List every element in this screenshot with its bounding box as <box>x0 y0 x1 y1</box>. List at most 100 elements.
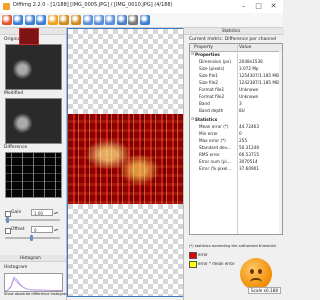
collapse-icon[interactable]: ⊟ <box>191 52 194 56</box>
difference-label: Difference <box>4 145 28 150</box>
close-button[interactable]: ✕ <box>268 1 279 11</box>
grid-cell-value: 3.072 Mp <box>239 66 259 71</box>
grid-row[interactable]: Error (% pixel... 37.60901 <box>190 165 282 172</box>
grid-cell-value: 3 <box>239 101 242 106</box>
result-face-icon <box>240 258 272 290</box>
minimize-button[interactable]: – <box>238 1 249 11</box>
grid-group-label: Properties <box>195 52 220 57</box>
app-icon <box>3 3 10 10</box>
column-value[interactable]: Value <box>239 44 251 51</box>
grid-row[interactable]: RMS error 66.53715 <box>190 151 282 158</box>
grid-cell-value: 44.72463 <box>239 124 259 129</box>
difference-thumbnail[interactable] <box>5 152 62 198</box>
save-icon[interactable] <box>13 15 23 25</box>
open-icon[interactable] <box>2 15 12 25</box>
legend-error-swatch <box>189 252 197 259</box>
grid-cell-property: Size (pixels) <box>199 66 225 71</box>
grid-cell-value: 255 <box>239 138 247 143</box>
window-title: Diffimg 2.2.0 - [1/188] [IMG_0005.JPG] /… <box>13 2 173 8</box>
grid-cell-property: Min error <box>199 131 218 136</box>
zoom-out-icon[interactable] <box>105 15 115 25</box>
offset-input[interactable]: 0 <box>31 226 53 233</box>
grid-cell-value: Unknown <box>239 94 259 99</box>
original-thumbnail[interactable] <box>5 44 62 90</box>
current-metric-label: Current metric: Difference per channel <box>189 37 277 42</box>
grid-row[interactable]: Size (pixels) 3.072 Mp <box>190 65 282 72</box>
grid-row[interactable]: Band depth 8U <box>190 107 282 114</box>
grid-cell-property: Band <box>199 101 210 106</box>
offset-label: Offset <box>11 227 25 232</box>
help-icon[interactable] <box>140 15 150 25</box>
offset-slider-handle[interactable] <box>30 235 33 241</box>
grid-row[interactable]: Size file1 1254307/1.185 MB <box>190 72 282 79</box>
column-property[interactable]: Property <box>194 44 213 51</box>
grid-row[interactable]: Size file2 1242387/1.185 MB <box>190 79 282 86</box>
grid-cell-property: Format file1 <box>199 87 225 92</box>
grid-row[interactable]: Band 3 <box>190 100 282 107</box>
previous-icon[interactable] <box>25 15 35 25</box>
legend-mean-error-swatch <box>189 261 197 268</box>
grid-row[interactable]: Dimension (px) 2048x1536 <box>190 58 282 65</box>
grid-cell-value: 0 <box>239 131 242 136</box>
grid-cell-property: Max error (*) <box>199 138 226 143</box>
difference-image[interactable] <box>68 114 183 204</box>
threshold-note: (*) statistics exceeding the authorized … <box>189 244 276 248</box>
canvas-mini-navigator[interactable] <box>19 28 39 45</box>
gain-slider-handle[interactable] <box>6 217 9 223</box>
flip-icon[interactable] <box>59 15 69 25</box>
grid-group-row[interactable]: ⊟ Statistics <box>190 116 282 123</box>
legend-error-label: error <box>198 252 208 257</box>
modified-label: Modified <box>4 91 24 96</box>
gain-spinner[interactable]: ▴▾ <box>54 209 60 216</box>
grid-cell-value: 1254307/1.185 MB <box>239 73 279 78</box>
histogram-panel: Histogram Histogram Show absolute differ… <box>0 255 69 300</box>
grid-cell-property: Band depth <box>199 108 224 113</box>
toolbar <box>0 13 283 28</box>
grid-cell-property: Mean error (*) <box>199 124 229 129</box>
grid-cell-property: Size file1 <box>199 73 218 78</box>
zoom-in-icon[interactable] <box>94 15 104 25</box>
grid-row[interactable]: Mean error (*) 44.72463 <box>190 123 282 130</box>
histogram-label: Histogram <box>4 265 28 270</box>
zoom-fit-icon[interactable] <box>83 15 93 25</box>
histogram-header: Histogram <box>0 255 66 262</box>
grid-cell-value: 1242387/1.185 MB <box>239 80 279 85</box>
layout-icon[interactable] <box>71 15 81 25</box>
navigator-panel: Navigator Original Modified Difference G… <box>0 28 67 254</box>
grid-group-label: Statistics <box>195 117 218 122</box>
statistics-title: Statistics <box>222 28 241 33</box>
grid-row[interactable]: Max error (*) 255 <box>190 137 282 144</box>
face-left-eye <box>250 269 254 274</box>
modified-thumbnail[interactable] <box>5 98 62 144</box>
grid-row[interactable]: Min error 0 <box>190 130 282 137</box>
grid-group-row[interactable]: ⊟ Properties <box>190 51 282 58</box>
face-right-eye <box>258 269 262 274</box>
grid-row[interactable]: Error num (pi... 3070514 <box>190 158 282 165</box>
legend-mean-error-label: error * mean error <box>198 261 235 266</box>
histogram-title: Histogram <box>20 255 41 260</box>
gain-input[interactable]: 1.00 <box>31 209 53 216</box>
grid-cell-value: 8U <box>239 108 245 113</box>
select-icon[interactable] <box>117 15 127 25</box>
grid-row[interactable]: Standard dev... 50.31248 <box>190 144 282 151</box>
gain-slider[interactable] <box>5 219 60 221</box>
grid-cell-property: Standard dev... <box>199 145 231 150</box>
histogram-curve <box>5 276 62 291</box>
grid-cell-property: Error num (pi... <box>199 159 231 164</box>
grid-cell-value: 37.60901 <box>239 166 259 171</box>
next-icon[interactable] <box>36 15 46 25</box>
refresh-icon[interactable] <box>48 15 58 25</box>
maximize-button[interactable]: □ <box>253 1 264 11</box>
image-canvas[interactable] <box>67 28 184 297</box>
grid-cell-value: Unknown <box>239 87 259 92</box>
scale-indicator: Scale x0.188 <box>247 287 281 294</box>
grid-cell-value: 50.31248 <box>239 145 259 150</box>
offset-spinner[interactable]: ▴▾ <box>54 226 60 233</box>
histogram-chart <box>4 273 63 292</box>
collapse-icon[interactable]: ⊟ <box>191 117 194 121</box>
statistics-grid[interactable]: Property Value ⊟ Properties Dimension (px)… <box>189 43 283 235</box>
grid-row[interactable]: Format file2 Unknown <box>190 93 282 100</box>
grid-row[interactable]: Format file1 Unknown <box>190 86 282 93</box>
settings-icon[interactable] <box>128 15 138 25</box>
grid-cell-property: Error (% pixel... <box>199 166 232 171</box>
